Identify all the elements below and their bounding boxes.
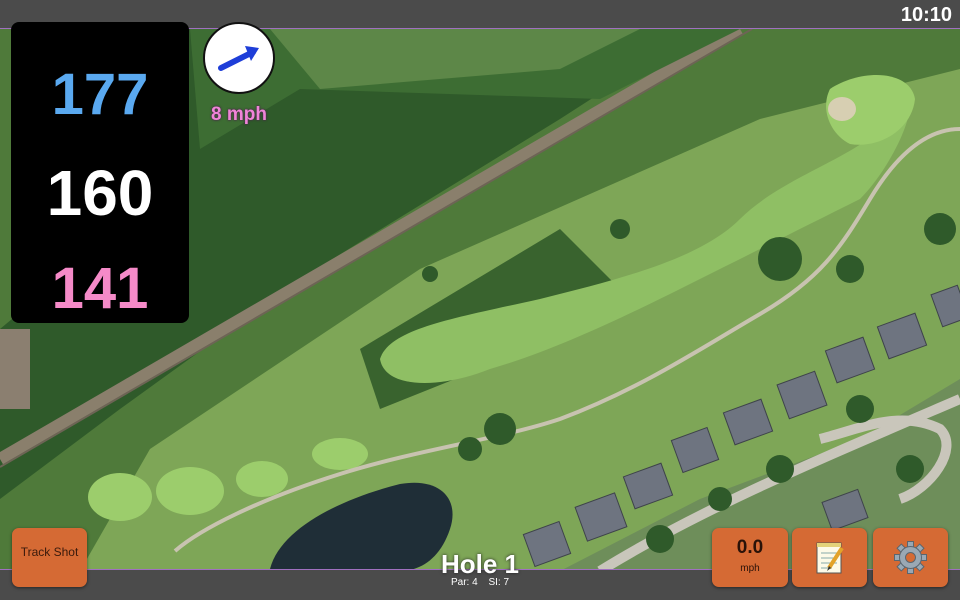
distance-back: 177 [51, 62, 149, 127]
track-shot-button[interactable]: Track Shot [12, 528, 87, 587]
speed-button[interactable]: 0.0 mph [712, 528, 788, 587]
notes-button[interactable] [792, 528, 867, 587]
notepad-icon [816, 542, 844, 574]
si-label: SI: 7 [488, 577, 510, 588]
hole-info: Par: 4 SI: 7 [380, 577, 580, 588]
hole-title: Hole 1 [440, 549, 520, 579]
distance-panel: 177 160 141 [11, 22, 189, 323]
settings-button[interactable] [873, 528, 948, 587]
wind-speed: 8 mph [211, 104, 267, 125]
arrow-icon [218, 46, 259, 71]
wind-indicator [203, 22, 275, 94]
distance-front: 141 [51, 256, 149, 321]
distance-middle: 160 [46, 157, 154, 229]
speed-unit: mph [740, 563, 760, 574]
clock: 10:10 [900, 4, 952, 26]
gear-icon [894, 541, 927, 574]
track-shot-label: Track Shot [20, 545, 79, 559]
par-label: Par: 4 [450, 577, 478, 588]
speed-value: 0.0 [736, 537, 764, 558]
